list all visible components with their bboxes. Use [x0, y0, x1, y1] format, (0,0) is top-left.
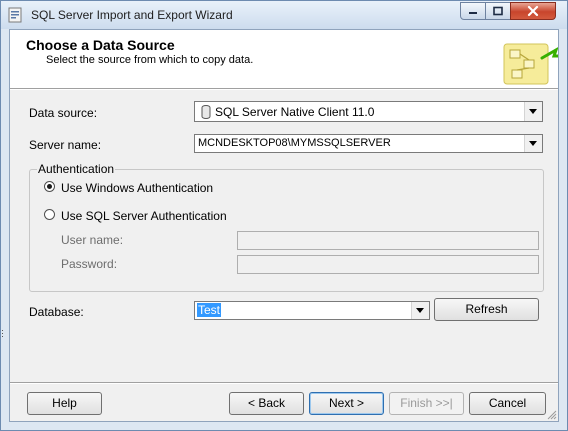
database-label: Database: — [29, 305, 84, 319]
page-subtitle: Select the source from which to copy dat… — [46, 54, 254, 66]
radio-selected-dot — [47, 184, 52, 189]
cancel-button[interactable]: Cancel — [469, 392, 546, 415]
database-value[interactable]: Test — [197, 303, 222, 317]
resize-grip-icon[interactable] — [547, 410, 557, 420]
database-combo[interactable]: Test — [194, 301, 430, 320]
next-button[interactable]: Next > — [309, 392, 384, 415]
page-title: Choose a Data Source — [26, 37, 175, 53]
refresh-button[interactable]: Refresh — [434, 298, 539, 321]
maximize-icon — [493, 6, 503, 16]
server-name-dropdown-button[interactable] — [524, 135, 542, 152]
close-button[interactable] — [510, 2, 556, 20]
wizard-client-area: Choose a Data Source Select the source f… — [9, 29, 559, 422]
chevron-down-icon — [529, 141, 537, 146]
page-header: Choose a Data Source Select the source f… — [10, 30, 558, 88]
sql-auth-label[interactable]: Use SQL Server Authentication — [61, 209, 227, 223]
wizard-graphic-icon — [503, 43, 558, 85]
sql-auth-radio[interactable] — [44, 209, 55, 220]
data-source-value: SQL Server Native Client 11.0 — [215, 105, 375, 119]
data-source-label: Data source: — [29, 106, 98, 120]
window-edge-dots-icon — [2, 330, 3, 337]
window-title: SQL Server Import and Export Wizard — [31, 8, 233, 22]
maximize-button[interactable] — [485, 2, 511, 20]
server-name-combo[interactable]: MCNDESKTOP08\MYMSSQLSERVER — [194, 134, 543, 153]
wizard-window: SQL Server Import and Export Wizard Choo… — [0, 0, 568, 431]
server-name-label: Server name: — [29, 138, 102, 152]
header-separator — [10, 88, 558, 90]
windows-auth-label[interactable]: Use Windows Authentication — [61, 181, 213, 195]
minimize-button[interactable] — [460, 2, 486, 20]
footer-separator — [10, 382, 558, 384]
chevron-down-icon — [529, 109, 537, 114]
app-icon — [8, 7, 22, 23]
minimize-icon — [469, 12, 477, 14]
database-dropdown-button[interactable] — [411, 302, 429, 319]
back-button[interactable]: < Back — [229, 392, 304, 415]
user-name-label: User name: — [61, 233, 124, 247]
help-button[interactable]: Help — [27, 392, 102, 415]
finish-button: Finish >>| — [389, 392, 464, 415]
title-bar[interactable]: SQL Server Import and Export Wizard — [1, 1, 567, 29]
close-icon — [527, 5, 539, 17]
authentication-legend: Authentication — [37, 162, 116, 176]
windows-auth-radio[interactable] — [44, 181, 55, 192]
server-name-value: MCNDESKTOP08\MYMSSQLSERVER — [198, 137, 391, 149]
database-icon — [201, 105, 211, 119]
data-source-dropdown-button[interactable] — [524, 102, 542, 121]
password-label: Password: — [61, 257, 118, 271]
chevron-down-icon — [416, 308, 424, 313]
password-input[interactable] — [237, 255, 539, 274]
data-source-combo[interactable]: SQL Server Native Client 11.0 — [194, 101, 543, 122]
user-name-input[interactable] — [237, 231, 539, 250]
